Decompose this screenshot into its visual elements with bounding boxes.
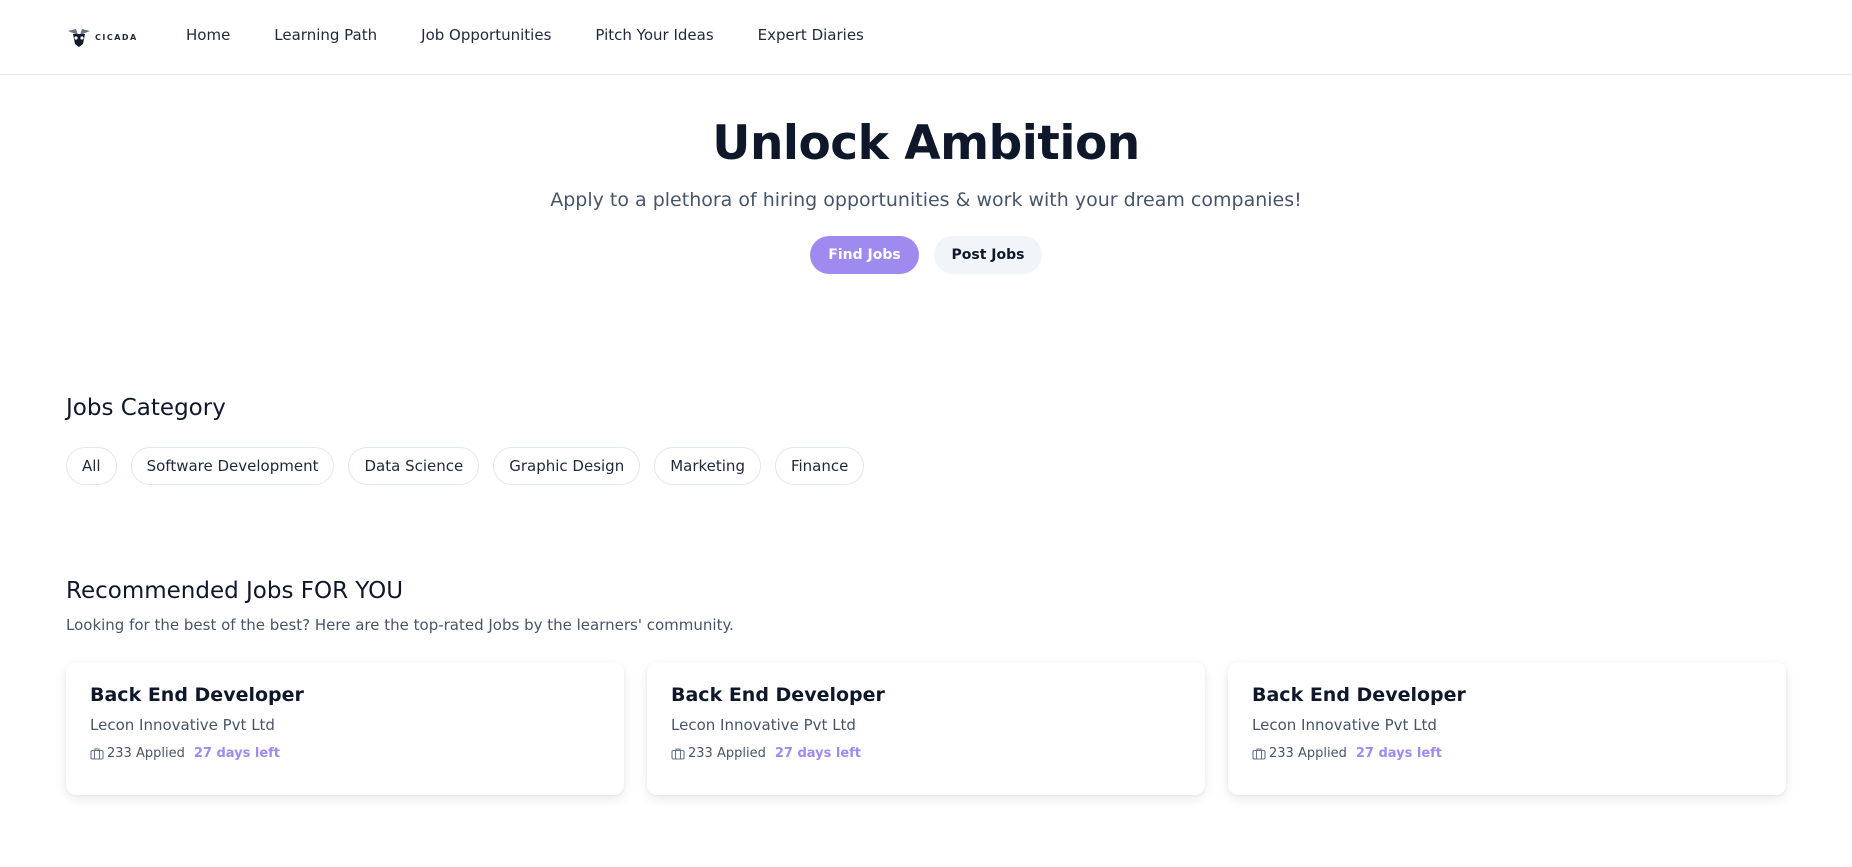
- category-chip-finance[interactable]: Finance: [774, 447, 865, 485]
- job-meta: 233 Applied 27 days left: [1252, 746, 1762, 761]
- category-chip-marketing[interactable]: Marketing: [654, 447, 761, 485]
- job-cards: Back End Developer Lecon Innovative Pvt …: [66, 662, 1786, 795]
- jobs-category-title: Jobs Category: [66, 395, 226, 421]
- job-title: Back End Developer: [90, 684, 304, 706]
- job-company: Lecon Innovative Pvt Ltd: [671, 716, 856, 734]
- job-company: Lecon Innovative Pvt Ltd: [1252, 716, 1437, 734]
- applied-count: 233 Applied: [1269, 746, 1347, 761]
- job-meta: 233 Applied 27 days left: [90, 746, 600, 761]
- briefcase-icon: [671, 748, 685, 760]
- nav-link-expert-diaries[interactable]: Expert Diaries: [758, 26, 864, 44]
- briefcase-icon: [90, 748, 104, 760]
- nav-link-learning-path[interactable]: Learning Path: [274, 26, 377, 44]
- hero-subtitle: Apply to a plethora of hiring opportunit…: [550, 189, 1302, 211]
- category-chip-all[interactable]: All: [66, 447, 117, 485]
- recommended-jobs-subtitle: Looking for the best of the best? Here a…: [66, 616, 734, 634]
- recommended-jobs-title: Recommended Jobs FOR YOU: [66, 578, 404, 604]
- days-left: 27 days left: [774, 746, 862, 761]
- main-nav: Home Learning Path Job Opportunities Pit…: [186, 26, 908, 44]
- category-chip-software-development[interactable]: Software Development: [130, 447, 335, 485]
- applied-count: 233 Applied: [107, 746, 185, 761]
- job-meta: 233 Applied 27 days left: [671, 746, 1181, 761]
- find-jobs-button[interactable]: Find Jobs: [810, 236, 919, 274]
- job-company: Lecon Innovative Pvt Ltd: [90, 716, 275, 734]
- logo-text: CICADA: [95, 32, 138, 42]
- brand-logo[interactable]: CICADA: [66, 25, 138, 49]
- days-left: 27 days left: [1355, 746, 1443, 761]
- nav-link-home[interactable]: Home: [186, 26, 230, 44]
- post-jobs-button[interactable]: Post Jobs: [934, 236, 1042, 274]
- job-title: Back End Developer: [1252, 684, 1466, 706]
- job-card[interactable]: Back End Developer Lecon Innovative Pvt …: [1228, 662, 1786, 795]
- nav-link-pitch-your-ideas[interactable]: Pitch Your Ideas: [595, 26, 713, 44]
- nav-link-job-opportunities[interactable]: Job Opportunities: [421, 26, 551, 44]
- hero-actions: Find Jobs Post Jobs: [810, 236, 1042, 274]
- hero-title: Unlock Ambition: [712, 116, 1140, 171]
- cicada-logo-icon: [68, 29, 90, 47]
- days-left: 27 days left: [193, 746, 281, 761]
- category-chip-data-science[interactable]: Data Science: [348, 447, 480, 485]
- category-chips: All Software Development Data Science Gr…: [66, 447, 865, 485]
- applied-count: 233 Applied: [688, 746, 766, 761]
- job-title: Back End Developer: [671, 684, 885, 706]
- job-card[interactable]: Back End Developer Lecon Innovative Pvt …: [647, 662, 1205, 795]
- navbar: CICADA Home Learning Path Job Opportunit…: [0, 0, 1852, 75]
- job-card[interactable]: Back End Developer Lecon Innovative Pvt …: [66, 662, 624, 795]
- briefcase-icon: [1252, 748, 1266, 760]
- category-chip-graphic-design[interactable]: Graphic Design: [493, 447, 641, 485]
